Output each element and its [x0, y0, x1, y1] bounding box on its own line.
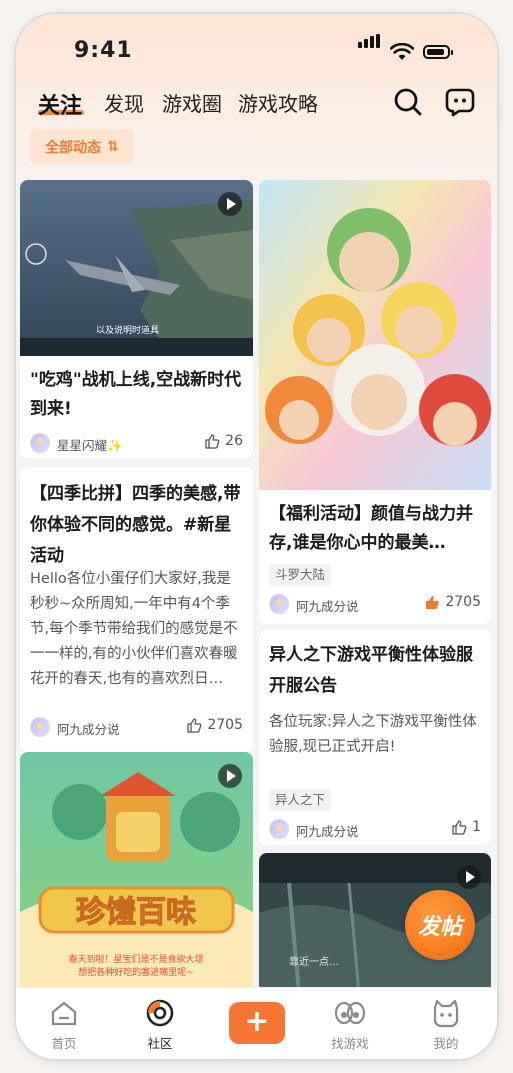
card-title: 【福利活动】颜值与战力并存,谁是你心中的最美…: [269, 504, 473, 553]
tabbar-label: 社区: [147, 1036, 173, 1051]
tabbar-label: 我的: [433, 1036, 459, 1051]
card-title: 【四季比拼】四季的美感,带你体验不同的感觉。#新星活动: [30, 484, 241, 566]
thumb-up-icon: [187, 718, 202, 733]
tabbar-me[interactable]: 我的: [406, 988, 486, 1051]
home-icon: [51, 1001, 77, 1026]
wifi-icon: [390, 43, 414, 60]
like-button[interactable]: 2705: [186, 717, 243, 733]
card-body: Hello各位小蛋仔们大家好,我是秒秒~众所周知,一年中有4个季节,每个季节带给…: [30, 571, 238, 687]
profile-icon: [433, 999, 459, 1028]
video-overlay-text: 以及说明时道具: [96, 324, 159, 336]
feed-card[interactable]: 【福利活动】颜值与战力并存,谁是你心中的最美… 斗罗大陆 阿九成分说 2705: [259, 180, 491, 624]
filter-all-activity[interactable]: 全部动态 ⇅: [30, 129, 134, 164]
avatar[interactable]: [30, 433, 50, 453]
thumb-up-icon: [205, 434, 220, 449]
tabbar-community[interactable]: 社区: [120, 988, 200, 1051]
banner-line-2: 想把各种好吃的塞进嘴里呢~: [78, 966, 194, 978]
message-icon[interactable]: [444, 86, 476, 118]
card-title: 异人之下游戏平衡性体验服开服公告: [269, 645, 473, 696]
like-button[interactable]: 2705: [424, 594, 481, 610]
card-title: "吃鸡"战机上线,空战新时代到来!: [30, 370, 242, 419]
banner-line-1: 春天到啦！星宝们是不是食欲大增: [68, 953, 203, 965]
community-icon: [146, 999, 174, 1027]
feed-card[interactable]: 珍馐百味 春天到啦！星宝们是不是食欲大增 想把各种好吃的塞进嘴里呢~: [20, 752, 253, 992]
video-thumbnail: 珍馐百味 春天到啦！星宝们是不是食欲大增 想把各种好吃的塞进嘴里呢~: [20, 752, 253, 992]
username[interactable]: 阿九成分说: [57, 719, 120, 738]
like-button[interactable]: 26: [204, 433, 243, 449]
tabbar-home[interactable]: 首页: [24, 988, 104, 1051]
like-count: 26: [225, 433, 243, 449]
card-body: 各位玩家:异人之下游戏平衡性体验服,现已正式开启!: [269, 714, 477, 755]
bottom-tab-bar: 首页 社区 + 找游戏 我的: [16, 987, 497, 1059]
tabbar-label: 找游戏: [331, 1036, 369, 1051]
game-tag[interactable]: 斗罗大陆: [269, 564, 332, 586]
avatar[interactable]: [269, 819, 289, 839]
like-count: 2705: [445, 594, 481, 610]
tab-game-circle[interactable]: 游戏圈: [162, 88, 222, 117]
feed-card[interactable]: 以及说明时道具 "吃鸡"战机上线,空战新时代到来! 星星闪耀✨ 26: [20, 180, 253, 458]
thumb-up-filled-icon: [426, 596, 440, 609]
floating-post-button[interactable]: 发帖: [405, 890, 475, 960]
tab-game-guides[interactable]: 游戏攻略: [238, 88, 318, 117]
avatar[interactable]: [269, 594, 289, 614]
feed-card[interactable]: 【四季比拼】四季的美感,带你体验不同的感觉。#新星活动 Hello各位小蛋仔们大…: [20, 467, 253, 752]
filter-label: 全部动态: [45, 139, 102, 156]
username[interactable]: 星星闪耀✨: [57, 435, 123, 454]
tabbar-label: 首页: [51, 1036, 77, 1051]
like-count: 2705: [207, 717, 243, 733]
avatar[interactable]: [30, 717, 50, 737]
play-icon[interactable]: [218, 764, 242, 788]
play-icon[interactable]: [457, 865, 481, 889]
username[interactable]: 阿九成分说: [296, 596, 359, 615]
sort-icon: ⇅: [107, 138, 119, 155]
username[interactable]: 阿九成分说: [296, 821, 359, 840]
like-button[interactable]: 1: [451, 819, 481, 835]
play-icon[interactable]: [218, 192, 242, 216]
tab-following[interactable]: 关注: [38, 88, 82, 120]
tab-discover[interactable]: 发现: [104, 88, 144, 117]
like-count: 1: [472, 819, 481, 835]
find-games-icon: [334, 1001, 366, 1025]
search-icon[interactable]: [392, 86, 424, 118]
create-post-button[interactable]: +: [229, 1002, 285, 1044]
thumb-up-icon: [452, 820, 467, 835]
battery-icon: [423, 45, 453, 59]
video-overlay-text: 靠近一点…: [289, 955, 339, 968]
feed-card[interactable]: 异人之下游戏平衡性体验服开服公告 各位玩家:异人之下游戏平衡性体验服,现已正式开…: [259, 630, 491, 845]
status-time: 9:41: [74, 38, 133, 63]
phone-frame: 9:41 关注 发现 游戏圈 游戏攻略 全部动态 ⇅ 以及说明时道具 "吃鸡"战…: [16, 14, 497, 1059]
banner-title: 珍馐百味: [76, 895, 196, 930]
game-tag[interactable]: 异人之下: [269, 789, 332, 811]
post-image: [259, 180, 491, 490]
tabbar-find-games[interactable]: 找游戏: [310, 988, 390, 1051]
